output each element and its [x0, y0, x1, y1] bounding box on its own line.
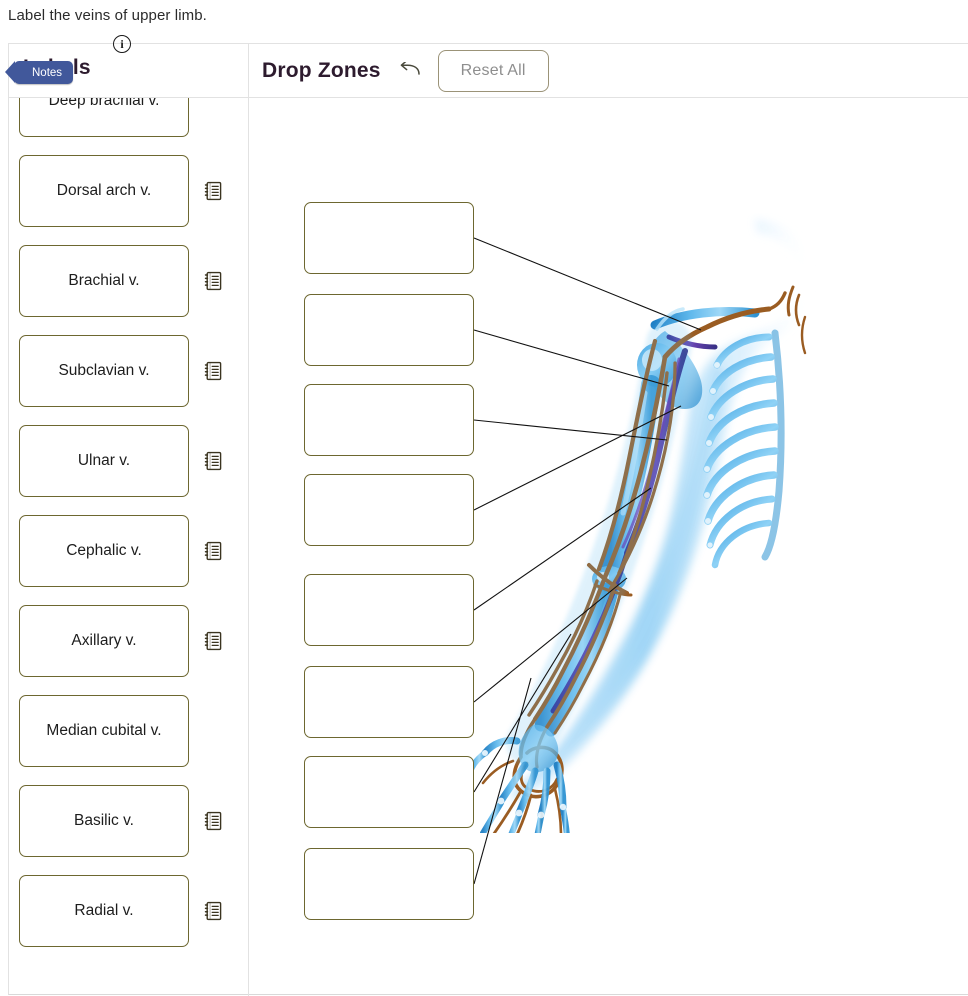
draggable-label-0[interactable]: Deep brachial v.: [19, 98, 189, 137]
drop-zone-1[interactable]: [304, 202, 474, 274]
drop-zone-4[interactable]: [304, 474, 474, 546]
notes-icon[interactable]: [204, 181, 222, 201]
drop-zone-5[interactable]: [304, 574, 474, 646]
activity-header: Labels Notes i Drop Zones Reset All: [4, 35, 968, 98]
question-prompt: Label the veins of upper limb.: [8, 7, 207, 24]
dropzones-panel-title: Drop Zones: [262, 59, 381, 82]
label-row: Radial v.: [9, 866, 248, 956]
notes-icon[interactable]: [204, 901, 222, 921]
upper-limb-veins-illustration: [469, 219, 814, 833]
label-row: Cephalic v.: [9, 506, 248, 596]
label-row: Axillary v.: [9, 596, 248, 686]
labels-scroll-container: Deep brachial v. Dorsal arch v. Brachial…: [9, 98, 248, 956]
draggable-label-9[interactable]: Radial v.: [19, 875, 189, 947]
label-row: Basilic v.: [9, 776, 248, 866]
drop-zone-8[interactable]: [304, 848, 474, 920]
notes-icon[interactable]: [204, 631, 222, 651]
notes-icon[interactable]: [204, 811, 222, 831]
notes-badge[interactable]: Notes: [4, 61, 74, 84]
drop-zone-3[interactable]: [304, 384, 474, 456]
drop-zone-7[interactable]: [304, 756, 474, 828]
notes-icon[interactable]: [204, 271, 222, 291]
dropzones-column-header: Drop Zones Reset All: [248, 44, 968, 98]
draggable-label-1[interactable]: Dorsal arch v.: [19, 155, 189, 227]
labeling-activity: Labels Notes i Drop Zones Reset All Deep…: [4, 35, 968, 996]
draggable-label-4[interactable]: Ulnar v.: [19, 425, 189, 497]
draggable-label-8[interactable]: Basilic v.: [19, 785, 189, 857]
label-row: Deep brachial v.: [9, 98, 248, 146]
reset-all-button[interactable]: Reset All: [437, 50, 549, 92]
labels-list-panel[interactable]: Deep brachial v. Dorsal arch v. Brachial…: [9, 98, 248, 996]
notes-icon[interactable]: [204, 541, 222, 561]
notes-icon[interactable]: [204, 451, 222, 471]
draggable-label-6[interactable]: Axillary v.: [19, 605, 189, 677]
label-row: Median cubital v.: [9, 686, 248, 776]
undo-arrow-icon[interactable]: [397, 58, 423, 84]
info-icon[interactable]: i: [113, 35, 131, 53]
label-row: Dorsal arch v.: [9, 146, 248, 236]
notes-icon[interactable]: [204, 361, 222, 381]
label-row: Ulnar v.: [9, 416, 248, 506]
labels-column-header: Labels Notes i: [4, 35, 248, 98]
draggable-label-2[interactable]: Brachial v.: [19, 245, 189, 317]
draggable-label-3[interactable]: Subclavian v.: [19, 335, 189, 407]
label-row: Brachial v.: [9, 236, 248, 326]
dropzones-panel[interactable]: [249, 98, 968, 996]
drop-zone-2[interactable]: [304, 294, 474, 366]
label-row: Subclavian v.: [9, 326, 248, 416]
draggable-label-5[interactable]: Cephalic v.: [19, 515, 189, 587]
draggable-label-7[interactable]: Median cubital v.: [19, 695, 189, 767]
drop-zone-6[interactable]: [304, 666, 474, 738]
